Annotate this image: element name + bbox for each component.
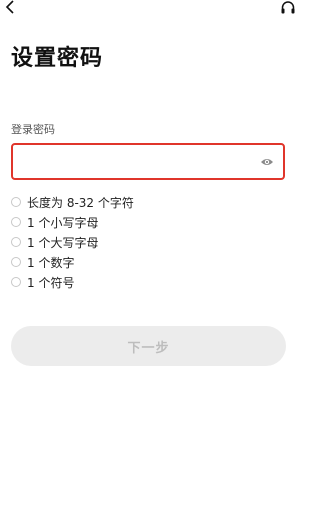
rule-label: 1 个符号 [27, 275, 75, 290]
rule-label: 1 个大写字母 [27, 235, 99, 250]
rule-digit: 1 个数字 [11, 252, 134, 272]
customer-service-button[interactable] [278, 0, 298, 16]
eye-icon [261, 159, 273, 165]
password-field-label: 登录密码 [11, 123, 55, 136]
rule-symbol: 1 个符号 [11, 272, 134, 292]
rule-label: 长度为 8-32 个字符 [27, 195, 134, 210]
rule-status-indicator [11, 197, 21, 207]
rule-status-indicator [11, 237, 21, 247]
rule-status-indicator [11, 257, 21, 267]
password-rules-list: 长度为 8-32 个字符 1 个小写字母 1 个大写字母 1 个数字 1 个符号 [11, 192, 134, 292]
rule-label: 1 个数字 [27, 255, 75, 270]
page-title: 设置密码 [11, 46, 104, 71]
rule-status-indicator [11, 277, 21, 287]
password-input[interactable] [21, 151, 255, 175]
rule-label: 1 个小写字母 [27, 215, 99, 230]
back-button[interactable] [2, 0, 18, 14]
set-password-screen: 设置密码 登录密码 长度为 8-32 个字符 1 个小写字母 1 个大写字母 1… [0, 0, 300, 528]
toggle-password-visibility-button[interactable] [259, 154, 275, 170]
rule-lowercase: 1 个小写字母 [11, 212, 134, 232]
rule-uppercase: 1 个大写字母 [11, 232, 134, 252]
headset-icon [281, 1, 295, 14]
rule-length: 长度为 8-32 个字符 [11, 192, 134, 212]
rule-status-indicator [11, 217, 21, 227]
chevron-left-icon [5, 0, 14, 14]
next-step-button[interactable]: 下一步 [11, 326, 286, 366]
password-field [11, 143, 285, 180]
